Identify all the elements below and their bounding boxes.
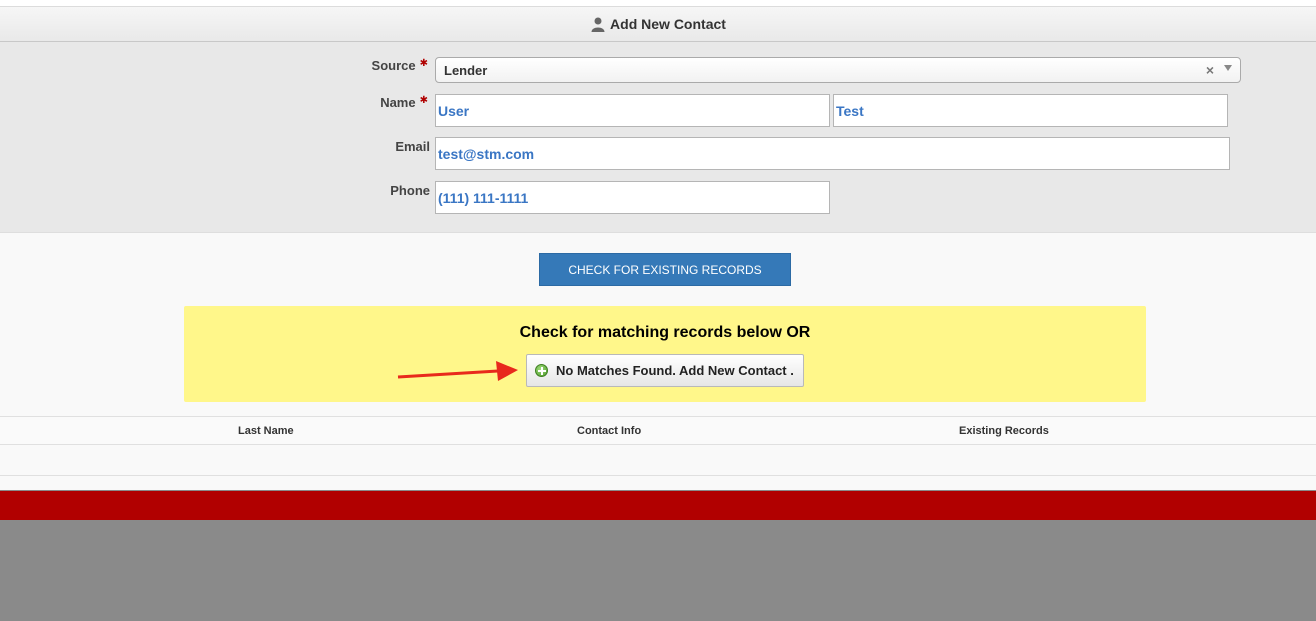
footer-bar [0,491,1316,520]
email-label: Email [395,139,430,154]
table-bottom-border [0,475,1316,476]
page-backdrop [0,520,1316,621]
required-mark: ✱ [419,58,428,69]
add-new-contact-button[interactable]: No Matches Found. Add New Contact . [526,354,804,387]
clear-icon[interactable]: × [1206,62,1214,78]
results-panel: CHECK FOR EXISTING RECORDS Check for mat… [0,232,1316,490]
source-select[interactable]: Lender × [435,57,1241,83]
dialog-header: Add New Contact [0,6,1316,42]
contact-form: Source ✱ Lender × Name ✱ User Test Email t… [0,42,1316,232]
red-arrow-annotation [397,361,518,381]
match-notice-title: Check for matching records below OR [519,324,811,341]
user-icon [590,16,606,32]
match-notice: Check for matching records below OR No M… [184,306,1146,402]
last-name-field[interactable]: Test [833,94,1228,127]
add-new-contact-label: No Matches Found. Add New Contact . [556,363,794,378]
name-label: Name ✱ [380,95,428,110]
add-circle-icon [535,364,548,377]
source-label: Source ✱ [371,58,428,73]
first-name-field[interactable]: User [435,94,830,127]
column-header-contact-info[interactable]: Contact Info [577,425,641,437]
phone-field[interactable]: (111) 111-1111 [435,181,830,214]
source-select-value: Lender [444,62,488,78]
email-field[interactable]: test@stm.com [435,137,1230,170]
column-header-existing-records[interactable]: Existing Records [959,425,1049,437]
chevron-down-icon[interactable] [1224,65,1232,71]
check-existing-records-button[interactable]: CHECK FOR EXISTING RECORDS [539,253,791,286]
results-table-header: Last Name Contact Info Existing Records [0,416,1316,445]
page-title: Add New Contact [590,16,726,32]
page-title-text: Add New Contact [610,16,726,32]
column-header-last-name[interactable]: Last Name [238,425,294,437]
required-mark: ✱ [419,95,428,106]
phone-label: Phone [390,183,430,198]
